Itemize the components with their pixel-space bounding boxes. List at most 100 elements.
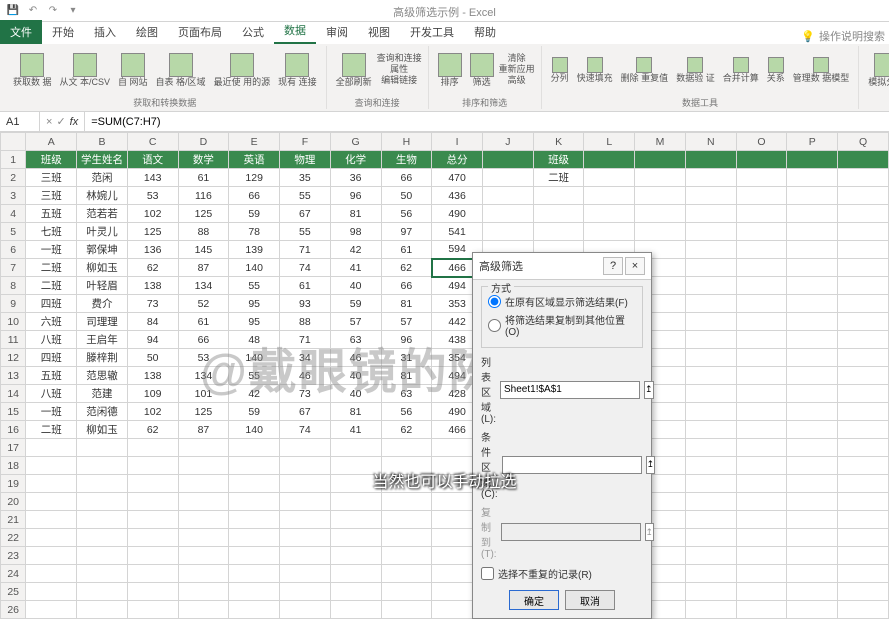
cell-F21[interactable] [280, 511, 331, 529]
name-box[interactable]: A1 [0, 112, 40, 131]
edit-links-button[interactable]: 编辑链接 [377, 76, 422, 86]
cell-G17[interactable] [330, 439, 381, 457]
cell-F9[interactable]: 93 [280, 295, 331, 313]
cell-D2[interactable]: 61 [178, 169, 229, 187]
cell-H16[interactable]: 62 [381, 421, 432, 439]
cell-M1[interactable] [635, 151, 686, 169]
cell-D16[interactable]: 87 [178, 421, 229, 439]
cell-E16[interactable]: 140 [229, 421, 280, 439]
cell-P9[interactable] [787, 295, 838, 313]
cell-C5[interactable]: 125 [127, 223, 178, 241]
unique-records-checkbox[interactable] [481, 567, 494, 580]
cell-N19[interactable] [685, 475, 736, 493]
cell-C4[interactable]: 102 [127, 205, 178, 223]
cell-G22[interactable] [330, 529, 381, 547]
list-range-ref-button[interactable]: ↥ [644, 381, 654, 399]
cell-L2[interactable] [584, 169, 635, 187]
existing-conn-button[interactable]: 现有 连接 [275, 51, 320, 90]
cell-Q15[interactable] [838, 403, 889, 421]
cell-H23[interactable] [381, 547, 432, 565]
cell-Q11[interactable] [838, 331, 889, 349]
cell-B21[interactable] [77, 511, 128, 529]
cell-E9[interactable]: 95 [229, 295, 280, 313]
cell-C19[interactable] [127, 475, 178, 493]
relationships-button[interactable]: 关系 [764, 55, 788, 86]
cell-K5[interactable] [533, 223, 584, 241]
cell-B3[interactable]: 林婉儿 [77, 187, 128, 205]
cell-Q17[interactable] [838, 439, 889, 457]
cell-C8[interactable]: 138 [127, 277, 178, 295]
cell-D10[interactable]: 61 [178, 313, 229, 331]
cell-G14[interactable]: 40 [330, 385, 381, 403]
cell-I4[interactable]: 490 [432, 205, 483, 223]
whatif-button[interactable]: 模拟分析 [865, 51, 889, 90]
cell-H5[interactable]: 97 [381, 223, 432, 241]
cell-A4[interactable]: 五班 [26, 205, 77, 223]
sort-button[interactable]: 排序 [435, 51, 465, 90]
cell-N15[interactable] [685, 403, 736, 421]
cell-P14[interactable] [787, 385, 838, 403]
cell-Q23[interactable] [838, 547, 889, 565]
cell-F3[interactable]: 55 [280, 187, 331, 205]
enter-formula-icon[interactable]: ✓ [56, 115, 65, 128]
cell-D13[interactable]: 134 [178, 367, 229, 385]
cell-N10[interactable] [685, 313, 736, 331]
cell-C9[interactable]: 73 [127, 295, 178, 313]
tab-home[interactable]: 开始 [42, 20, 84, 44]
cell-P11[interactable] [787, 331, 838, 349]
cell-O21[interactable] [736, 511, 787, 529]
col-header-Q[interactable]: Q [838, 133, 889, 151]
cell-A6[interactable]: 一班 [26, 241, 77, 259]
cell-O12[interactable] [736, 349, 787, 367]
filter-copy-radio[interactable] [488, 319, 501, 332]
cell-H21[interactable] [381, 511, 432, 529]
cell-A2[interactable]: 三班 [26, 169, 77, 187]
cell-E1[interactable]: 英语 [229, 151, 280, 169]
tab-draw[interactable]: 绘图 [126, 20, 168, 44]
cell-Q5[interactable] [838, 223, 889, 241]
cell-N11[interactable] [685, 331, 736, 349]
row-header-8[interactable]: 8 [1, 277, 26, 295]
cell-P16[interactable] [787, 421, 838, 439]
col-header-N[interactable]: N [685, 133, 736, 151]
cell-D5[interactable]: 88 [178, 223, 229, 241]
cell-A20[interactable] [26, 493, 77, 511]
criteria-range-ref-button[interactable]: ↥ [646, 456, 656, 474]
cell-P1[interactable] [787, 151, 838, 169]
cell-H4[interactable]: 56 [381, 205, 432, 223]
dialog-help-button[interactable]: ? [603, 257, 623, 275]
cell-F14[interactable]: 73 [280, 385, 331, 403]
cell-B15[interactable]: 范闲德 [77, 403, 128, 421]
cell-Q22[interactable] [838, 529, 889, 547]
cell-K1[interactable]: 班级 [533, 151, 584, 169]
ok-button[interactable]: 确定 [509, 590, 559, 610]
tab-pagelayout[interactable]: 页面布局 [168, 20, 232, 44]
cell-Q9[interactable] [838, 295, 889, 313]
row-header-18[interactable]: 18 [1, 457, 26, 475]
cell-A24[interactable] [26, 565, 77, 583]
redo-icon[interactable]: ↷ [46, 4, 60, 18]
cell-O16[interactable] [736, 421, 787, 439]
cell-N1[interactable] [685, 151, 736, 169]
cell-O14[interactable] [736, 385, 787, 403]
cell-N16[interactable] [685, 421, 736, 439]
cell-P6[interactable] [787, 241, 838, 259]
cell-H13[interactable]: 81 [381, 367, 432, 385]
cell-P10[interactable] [787, 313, 838, 331]
cell-P15[interactable] [787, 403, 838, 421]
cell-Q25[interactable] [838, 583, 889, 601]
cell-K3[interactable] [533, 187, 584, 205]
cell-N21[interactable] [685, 511, 736, 529]
cell-O17[interactable] [736, 439, 787, 457]
cell-N6[interactable] [685, 241, 736, 259]
cell-P7[interactable] [787, 259, 838, 277]
cell-A25[interactable] [26, 583, 77, 601]
criteria-range-input[interactable] [502, 456, 642, 474]
cell-B5[interactable]: 叶灵儿 [77, 223, 128, 241]
cell-Q10[interactable] [838, 313, 889, 331]
cell-O10[interactable] [736, 313, 787, 331]
cell-P26[interactable] [787, 601, 838, 619]
cell-E25[interactable] [229, 583, 280, 601]
cell-K4[interactable] [533, 205, 584, 223]
cell-H6[interactable]: 61 [381, 241, 432, 259]
